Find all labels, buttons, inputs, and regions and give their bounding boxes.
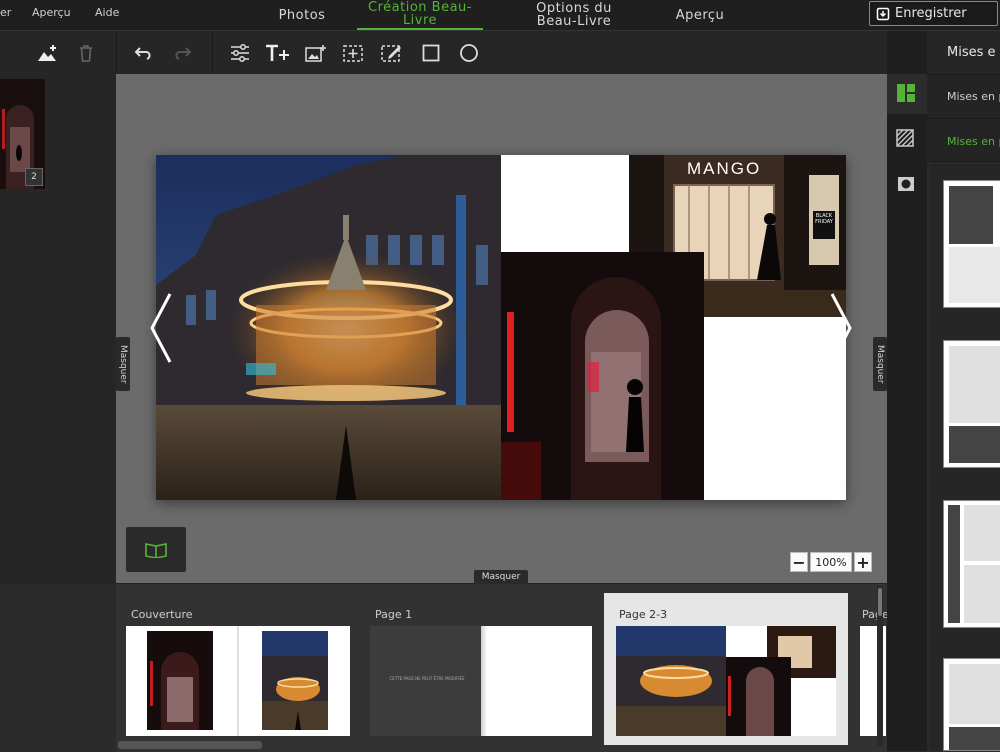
book-view-button[interactable] bbox=[126, 527, 186, 572]
page-label-cover: Couverture bbox=[131, 608, 193, 621]
layout-option[interactable] bbox=[943, 658, 1000, 751]
usage-count-badge: 2 bbox=[25, 168, 43, 186]
zoom-control: − 100% + bbox=[790, 552, 872, 572]
undo-icon[interactable] bbox=[131, 40, 157, 66]
page-thumb-cover[interactable] bbox=[126, 626, 350, 736]
arch-photo[interactable] bbox=[501, 252, 704, 500]
menu-item-file[interactable]: er bbox=[0, 6, 11, 19]
tab-apercu[interactable]: Aperçu bbox=[662, 0, 738, 30]
page-thumb-page-2-3[interactable] bbox=[616, 626, 836, 736]
menu-item-help[interactable]: Aide bbox=[95, 6, 119, 19]
empty-photo-frame[interactable] bbox=[501, 155, 629, 252]
page-spread[interactable]: MANGO BLACK FRIDAY bbox=[156, 155, 846, 500]
empty-photo-frame-2[interactable] bbox=[704, 317, 846, 500]
edit-box-icon[interactable] bbox=[379, 40, 405, 66]
trash-icon[interactable] bbox=[73, 40, 99, 66]
menu-item-preview[interactable]: Aperçu bbox=[32, 6, 71, 19]
tab-photos[interactable]: Photos bbox=[262, 0, 342, 30]
rectangle-icon[interactable] bbox=[418, 40, 444, 66]
hide-right-panel-tab[interactable]: Masquer bbox=[873, 337, 887, 391]
save-button[interactable]: Enregistrer bbox=[869, 1, 998, 26]
page-thumb-page-1[interactable]: CETTE PAGE NE PEUT ÊTRE MODIFIÉE bbox=[370, 626, 592, 736]
page-label-page-2-3: Page 2-3 bbox=[619, 608, 668, 621]
redo-icon[interactable] bbox=[169, 40, 195, 66]
next-page-icon[interactable] bbox=[828, 290, 856, 370]
locked-page-text: CETTE PAGE NE PEUT ÊTRE MODIFIÉE bbox=[389, 676, 465, 681]
circle-icon[interactable] bbox=[456, 40, 482, 66]
add-text-icon[interactable] bbox=[265, 40, 291, 66]
page-label-next: Page bbox=[862, 608, 889, 621]
toolbar-divider bbox=[212, 31, 213, 74]
tab-creation[interactable]: Création Beau-Livre bbox=[357, 0, 483, 30]
page-label-page-1: Page 1 bbox=[375, 608, 413, 621]
hide-bottom-panel-tab[interactable]: Masquer bbox=[474, 570, 528, 584]
layouts-section-1-label: Mises en p bbox=[947, 90, 1000, 103]
carousel-photo[interactable] bbox=[156, 155, 501, 500]
hide-left-panel-tab[interactable]: Masquer bbox=[116, 337, 130, 391]
tab-options[interactable]: Options du Beau-Livre bbox=[515, 0, 633, 30]
add-image-icon[interactable] bbox=[35, 40, 61, 66]
vertical-scroll-thumb[interactable] bbox=[878, 588, 882, 616]
save-icon bbox=[876, 7, 890, 20]
toolbar-divider bbox=[116, 31, 117, 74]
save-label: Enregistrer bbox=[895, 6, 967, 21]
background-pattern-icon[interactable] bbox=[896, 129, 914, 151]
layout-option[interactable] bbox=[943, 500, 1000, 628]
layouts-title: Mises e bbox=[947, 45, 996, 60]
layout-option[interactable] bbox=[943, 180, 1000, 308]
book-icon bbox=[145, 542, 167, 558]
top-bar bbox=[0, 0, 1000, 31]
store-sign: MANGO bbox=[687, 159, 762, 178]
layout-grid-icon[interactable] bbox=[896, 83, 916, 107]
mask-frame-icon[interactable] bbox=[897, 175, 915, 197]
black-friday-sign: BLACK FRIDAY bbox=[813, 211, 835, 239]
add-photo-frame-icon[interactable] bbox=[303, 40, 329, 66]
zoom-out-button[interactable]: − bbox=[790, 552, 808, 572]
add-box-icon[interactable] bbox=[341, 40, 367, 66]
prev-page-icon[interactable] bbox=[146, 290, 174, 370]
pages-horizontal-scroll-thumb[interactable] bbox=[118, 741, 262, 749]
zoom-level[interactable]: 100% bbox=[810, 552, 852, 572]
layout-option[interactable] bbox=[943, 340, 1000, 468]
adjustments-icon[interactable] bbox=[227, 40, 253, 66]
layouts-section-2-label: Mises en p bbox=[947, 135, 1000, 148]
zoom-in-button[interactable]: + bbox=[854, 552, 872, 572]
